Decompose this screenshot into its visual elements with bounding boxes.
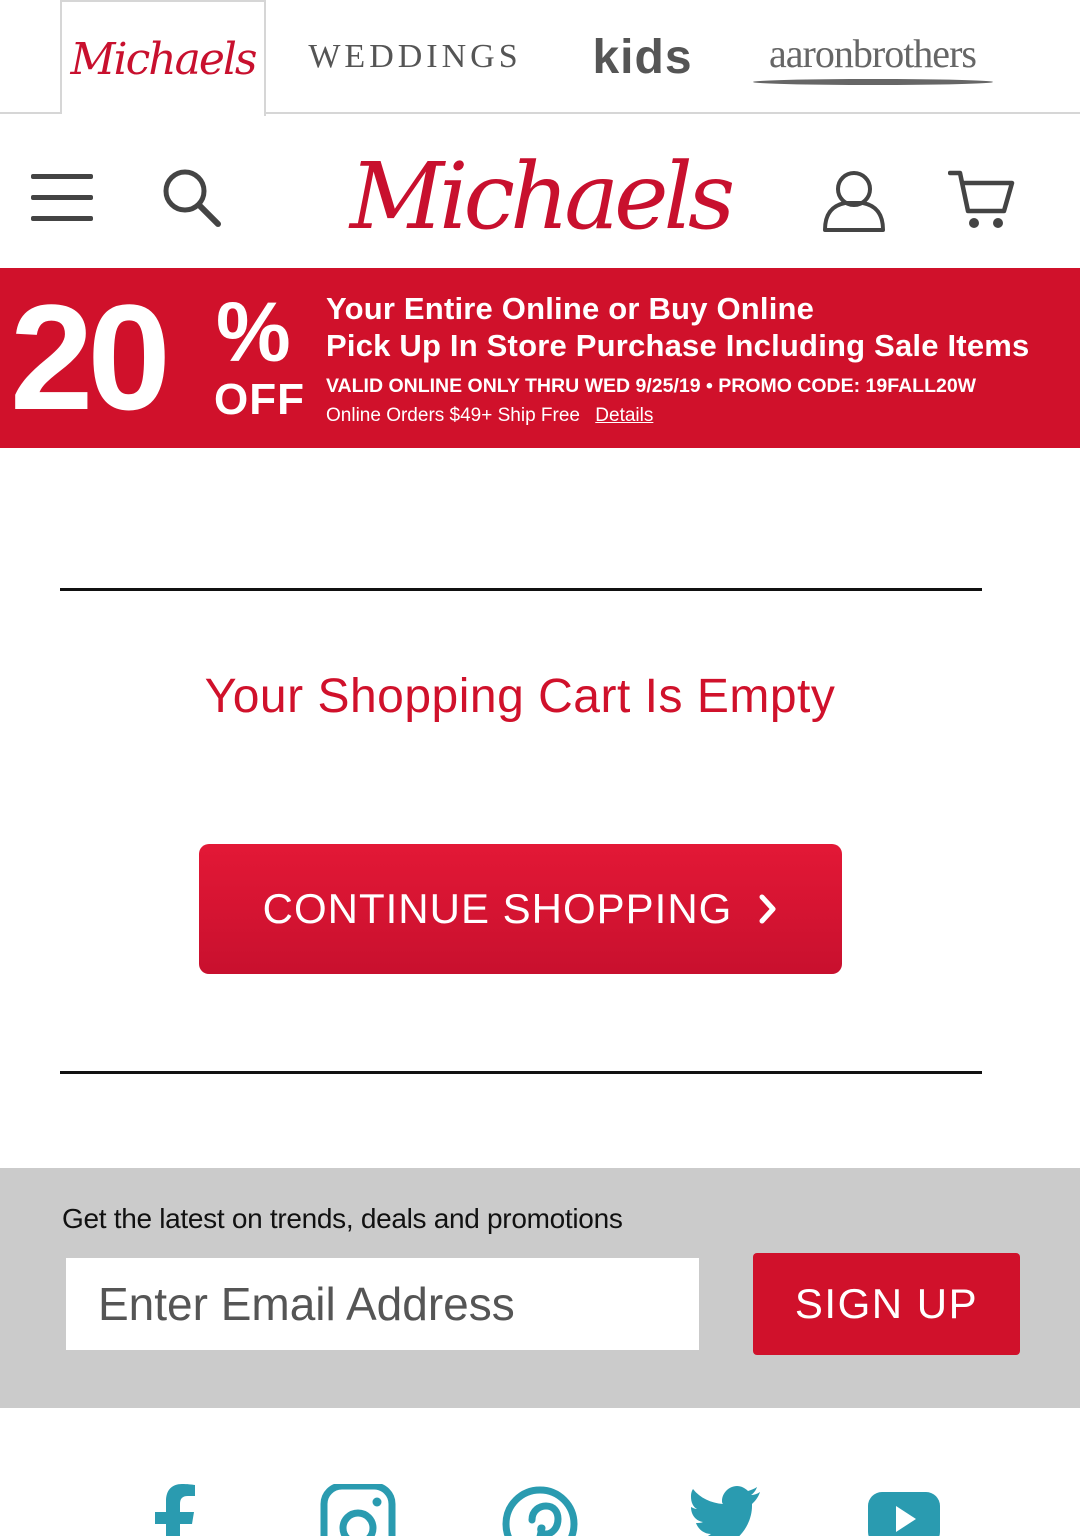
cart-button[interactable] xyxy=(940,158,1024,242)
michaels-logo[interactable]: Michaels xyxy=(350,136,735,256)
empty-cart-message: Your Shopping Cart Is Empty xyxy=(204,670,836,723)
social-links xyxy=(0,1408,1080,1536)
brand-tabs-spacer xyxy=(0,0,62,114)
tab-michaels[interactable]: Michaels xyxy=(62,0,266,116)
promo-headline-line-2: Pick Up In Store Purchase Including Sale… xyxy=(326,328,1030,363)
cart-icon xyxy=(948,170,1015,228)
instagram-link[interactable] xyxy=(318,1484,398,1536)
promo-validity: VALID ONLINE ONLY THRU WED 9/25/19 • PRO… xyxy=(326,375,977,397)
hamburger-menu-icon xyxy=(31,174,93,221)
tab-aaron-brothers-label: aaronbrothers xyxy=(769,30,977,76)
promo-headline: Your Entire Online or Buy Online Pick Up… xyxy=(326,290,1029,364)
menu-button[interactable] xyxy=(22,158,102,238)
account-button[interactable] xyxy=(812,158,896,242)
continue-shopping-button[interactable]: CONTINUE SHOPPING xyxy=(199,844,842,974)
facebook-link[interactable] xyxy=(136,1484,216,1536)
account-icon xyxy=(823,171,885,232)
promo-off: OFF xyxy=(214,375,305,424)
promo-details-link[interactable]: Details xyxy=(595,405,653,426)
newsletter-blurb: Get the latest on trends, deals and prom… xyxy=(62,1203,623,1234)
twitter-icon xyxy=(691,1486,760,1536)
promo-shipping: Online Orders $49+ Ship Free Details xyxy=(326,404,653,428)
continue-shopping-label: CONTINUE SHOPPING xyxy=(262,885,733,932)
newsletter-signup: Get the latest on trends, deals and prom… xyxy=(0,1168,1080,1408)
sign-up-button[interactable]: SIGN UP xyxy=(753,1253,1020,1355)
promo-banner[interactable]: 20 % OFF Your Entire Online or Buy Onlin… xyxy=(0,268,1080,448)
youtube-link[interactable] xyxy=(864,1484,944,1536)
divider-top xyxy=(60,588,982,591)
promo-percent: 20 xyxy=(10,273,171,441)
pinterest-link[interactable] xyxy=(500,1484,580,1536)
brand-tabs: Michaels WEDDINGS kids aaronbrothers xyxy=(0,0,1080,116)
chevron-right-icon xyxy=(758,893,778,925)
instagram-icon xyxy=(320,1484,396,1536)
site-header: Michaels xyxy=(0,116,1080,268)
tab-kids[interactable]: kids xyxy=(575,0,710,114)
divider-bottom xyxy=(60,1071,982,1074)
tab-kids-label: kids xyxy=(592,30,693,84)
tab-weddings[interactable]: WEDDINGS xyxy=(270,0,560,114)
search-button[interactable] xyxy=(152,158,232,238)
aaron-brothers-swoosh xyxy=(752,78,993,85)
facebook-icon xyxy=(155,1484,195,1536)
email-input[interactable] xyxy=(66,1258,699,1350)
tab-aaron-brothers[interactable]: aaronbrothers xyxy=(735,0,1010,114)
promo-percent-sign: % xyxy=(216,285,291,379)
pinterest-icon xyxy=(502,1486,578,1536)
logo-text: Michaels xyxy=(349,142,735,250)
youtube-icon xyxy=(868,1492,940,1536)
tab-weddings-label: WEDDINGS xyxy=(308,38,522,75)
search-icon xyxy=(163,169,221,227)
promo-headline-line-1: Your Entire Online or Buy Online xyxy=(326,291,815,326)
promo-shipping-text: Online Orders $49+ Ship Free xyxy=(326,405,580,426)
twitter-link[interactable] xyxy=(682,1484,762,1536)
tab-michaels-label: Michaels xyxy=(70,33,257,85)
